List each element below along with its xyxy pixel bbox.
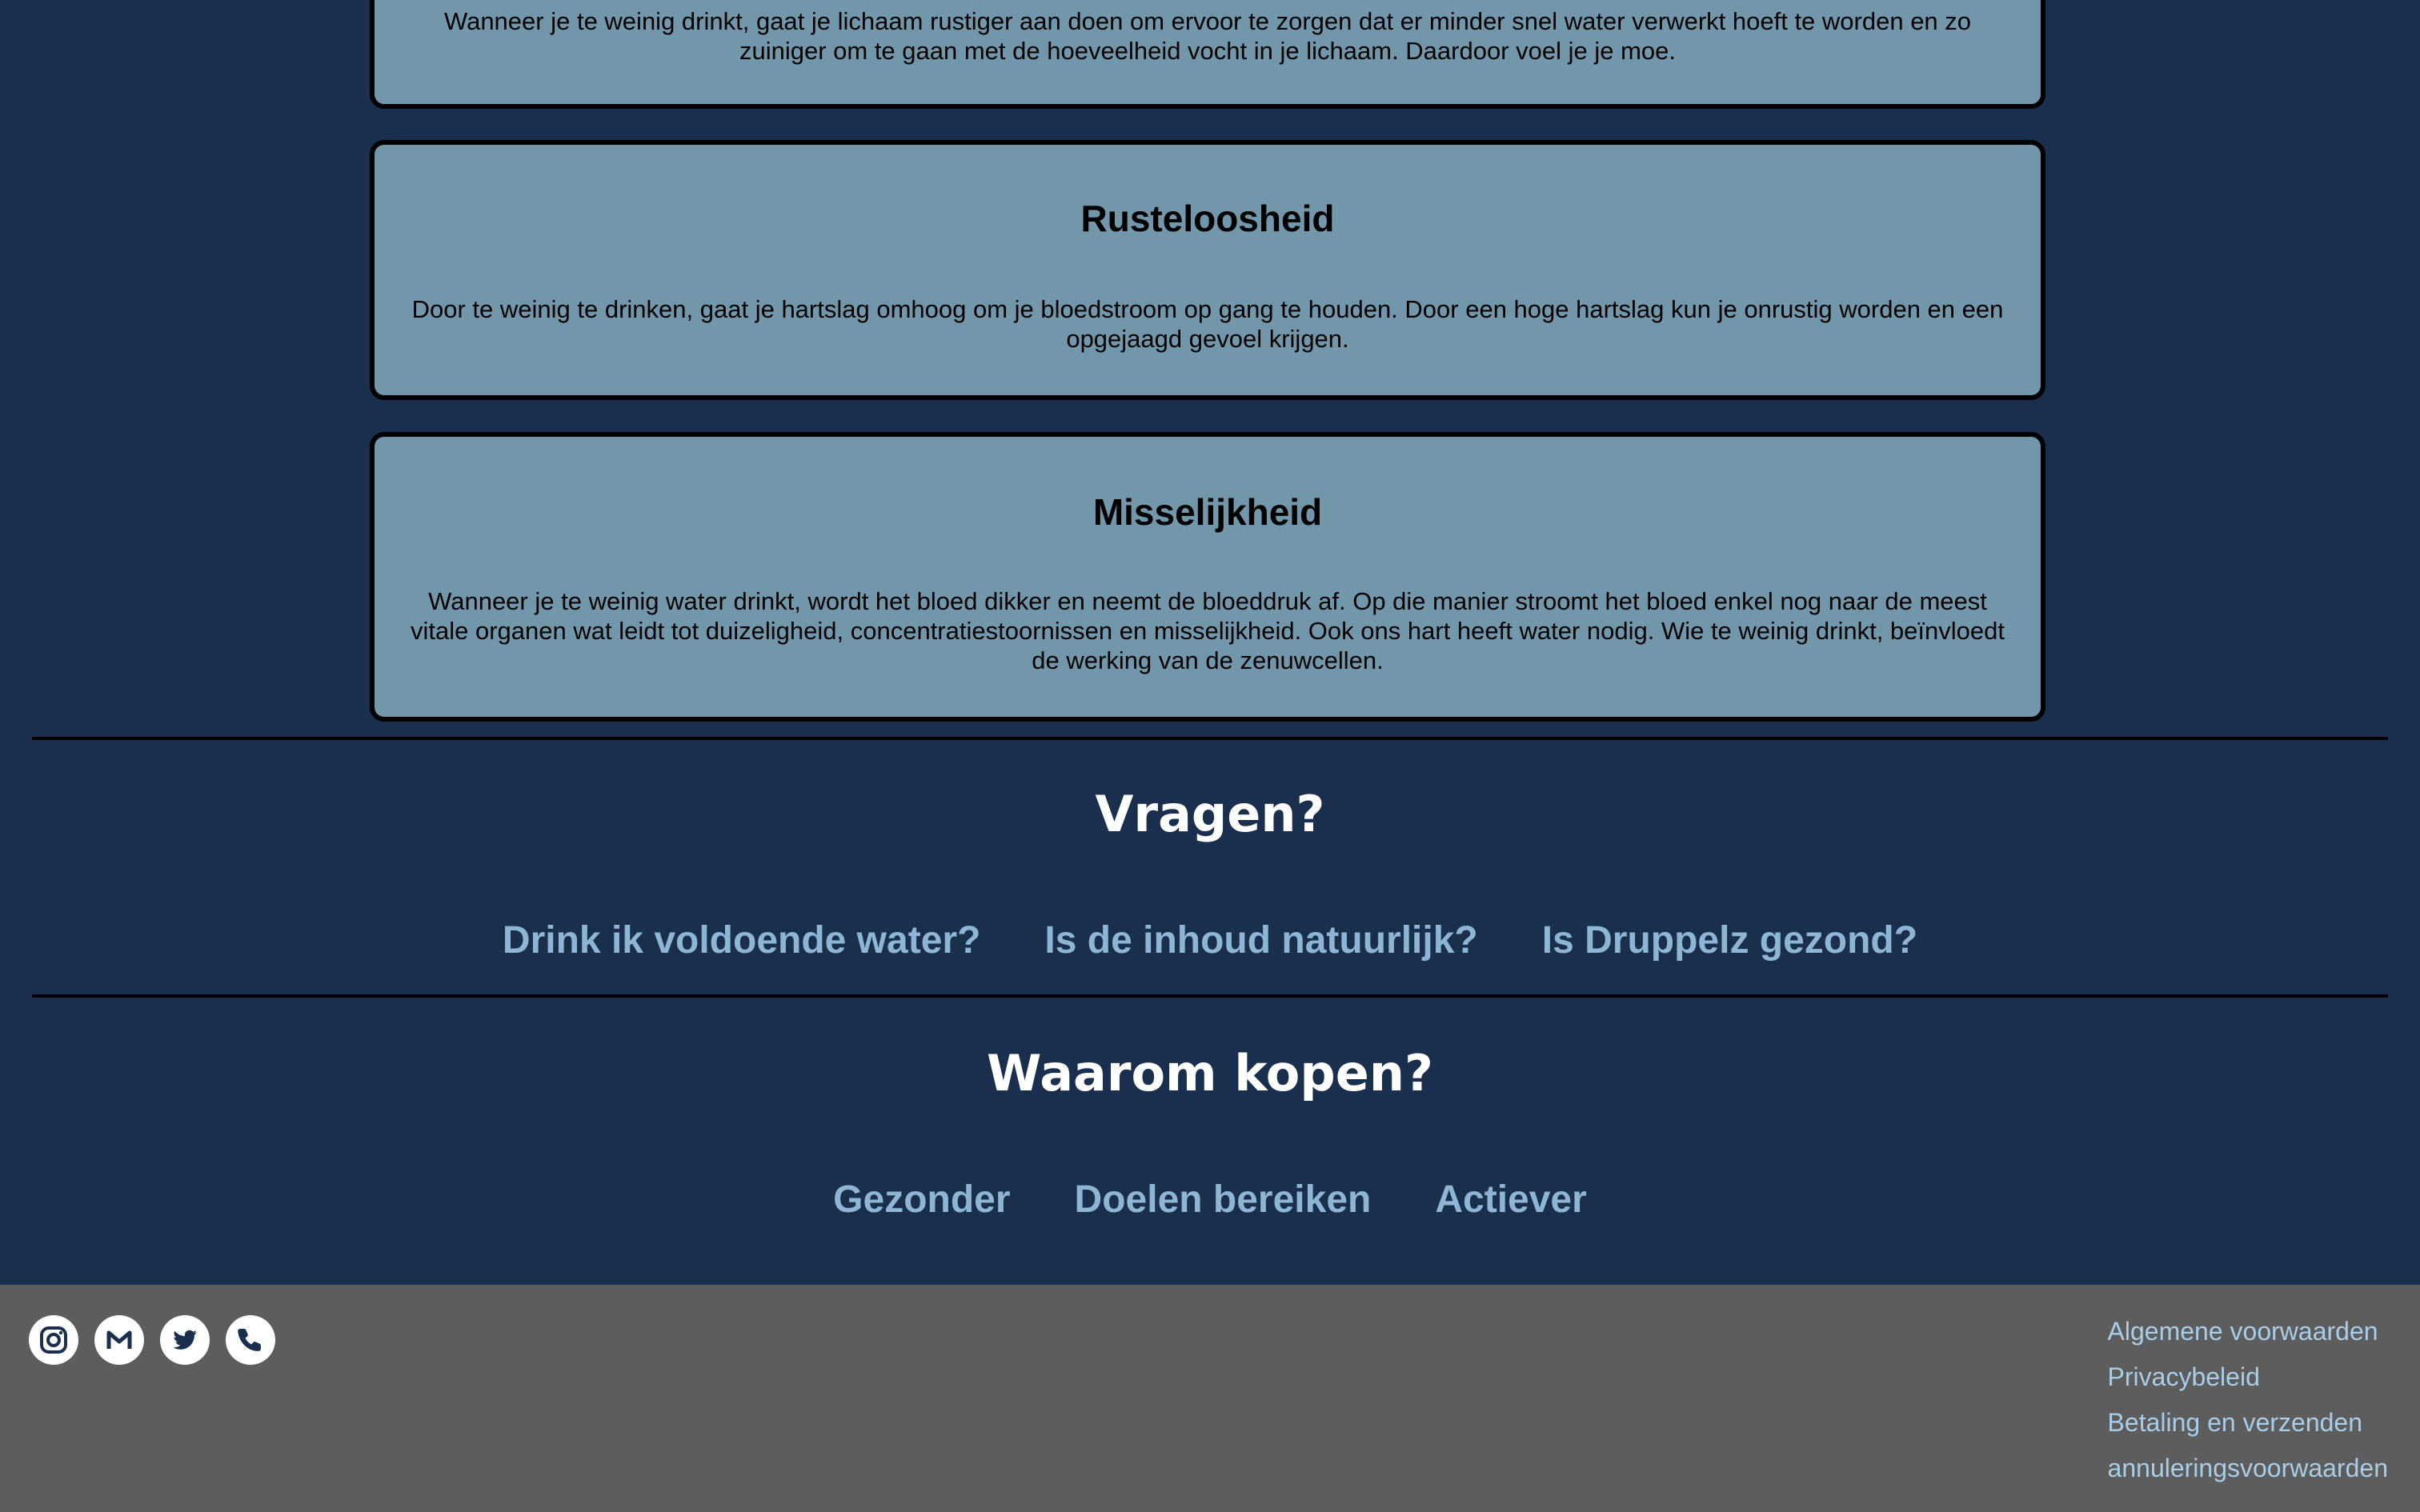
footer-link-payment-shipping[interactable]: Betaling en verzenden (2108, 1400, 2362, 1446)
question-link-natural-content[interactable]: Is de inhoud natuurlijk? (1044, 917, 1477, 965)
section-divider (32, 994, 2388, 998)
why-buy-links: Gezonder Doelen bereiken Actiever (0, 1176, 2420, 1224)
info-card-nausea: Misselijkheid Wanneer je te weinig water… (370, 432, 2045, 722)
mail-icon[interactable] (94, 1315, 144, 1365)
twitter-icon[interactable] (160, 1315, 210, 1365)
question-link-healthy[interactable]: Is Druppelz gezond? (1542, 917, 1917, 965)
why-buy-link-healthier[interactable]: Gezonder (833, 1176, 1010, 1224)
card-title: Rusteloosheid (1080, 198, 1335, 239)
questions-links: Drink ik voldoende water? Is de inhoud n… (0, 917, 2420, 965)
footer-link-cancellation[interactable]: annuleringsvoorwaarden (2108, 1446, 2388, 1491)
footer: Algemene voorwaarden Privacybeleid Betal… (0, 1285, 2420, 1512)
info-card-tiredness: Wanneer je te weinig drinkt, gaat je lic… (370, 0, 2045, 109)
card-text: Door te weinig te drinken, gaat je harts… (411, 295, 2004, 353)
why-buy-link-active[interactable]: Actiever (1435, 1176, 1586, 1224)
page: Wanneer je te weinig drinkt, gaat je lic… (0, 0, 2420, 1512)
social-links (29, 1315, 275, 1365)
question-link-enough-water[interactable]: Drink ik voldoende water? (503, 917, 980, 965)
footer-links: Algemene voorwaarden Privacybeleid Betal… (2108, 1309, 2388, 1491)
phone-icon[interactable] (226, 1315, 275, 1365)
why-buy-heading: Waarom kopen? (987, 1044, 1433, 1102)
card-title: Misselijkheid (1092, 491, 1323, 533)
section-divider (32, 737, 2388, 740)
why-buy-link-goals[interactable]: Doelen bereiken (1075, 1176, 1372, 1224)
footer-link-terms[interactable]: Algemene voorwaarden (2108, 1309, 2378, 1354)
footer-link-privacy[interactable]: Privacybeleid (2108, 1354, 2260, 1400)
card-text: Wanneer je te weinig water drinkt, wordt… (411, 587, 2005, 674)
info-card-restlessness: Rusteloosheid Door te weinig te drinken,… (370, 140, 2045, 400)
instagram-icon[interactable] (29, 1315, 78, 1365)
questions-heading: Vragen? (1095, 785, 1325, 843)
card-text: Wanneer je te weinig drinkt, gaat je lic… (443, 7, 1972, 65)
